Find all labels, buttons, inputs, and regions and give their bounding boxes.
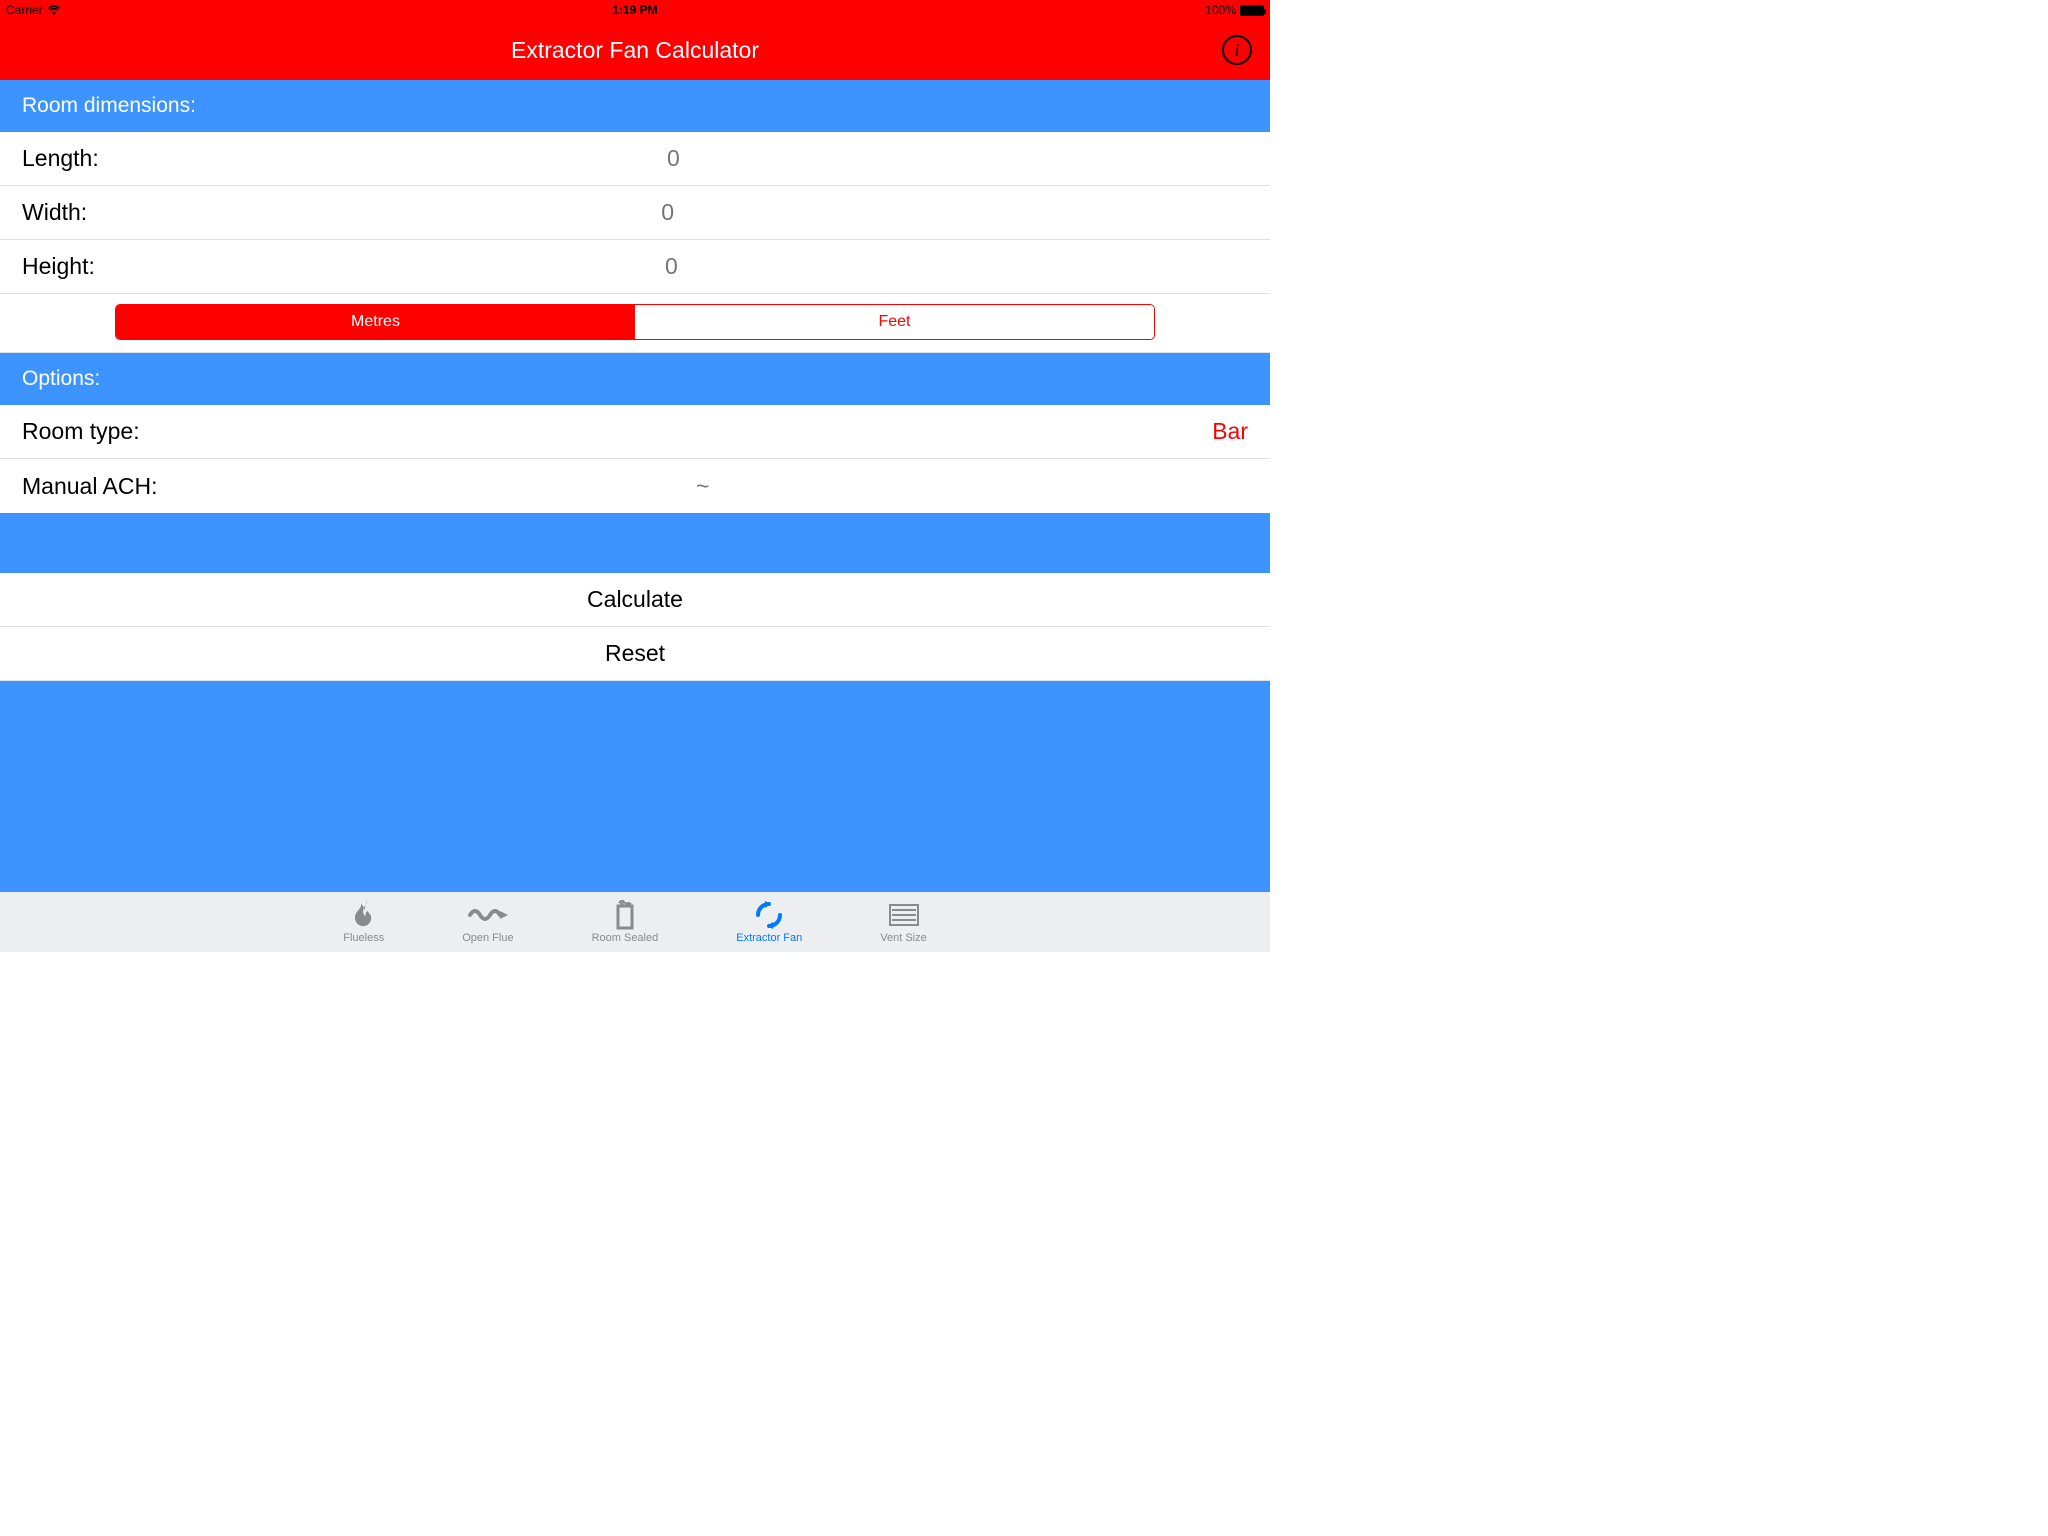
tab-room-sealed-label: Room Sealed <box>592 932 659 944</box>
height-label: Height: <box>22 253 95 280</box>
length-label: Length: <box>22 145 99 172</box>
calculate-button[interactable]: Calculate <box>0 573 1270 627</box>
flame-icon <box>351 900 377 930</box>
manual-ach-input[interactable] <box>158 473 1248 500</box>
tab-flueless[interactable]: Flueless <box>343 900 384 944</box>
width-label: Width: <box>22 199 87 226</box>
section-header-room-dimensions: Room dimensions: <box>0 80 1270 132</box>
room-type-label: Room type: <box>22 418 140 445</box>
tab-open-flue-label: Open Flue <box>462 932 513 944</box>
row-width: Width: <box>0 186 1270 240</box>
width-input[interactable] <box>87 199 1248 226</box>
refresh-icon <box>754 900 784 930</box>
status-right: 100% <box>1205 3 1264 17</box>
nav-bar: Extractor Fan Calculator i <box>0 20 1270 80</box>
wifi-icon <box>47 5 61 15</box>
info-button[interactable]: i <box>1222 35 1252 65</box>
room-sealed-icon <box>612 900 638 930</box>
carrier-label: Carrier <box>6 3 43 17</box>
row-room-type[interactable]: Room type: Bar <box>0 405 1270 459</box>
blue-fill <box>0 681 1270 892</box>
manual-ach-label: Manual ACH: <box>22 473 158 500</box>
room-type-value: Bar <box>1212 418 1248 445</box>
tab-room-sealed[interactable]: Room Sealed <box>592 900 659 944</box>
row-manual-ach: Manual ACH: <box>0 459 1270 513</box>
row-length: Length: <box>0 132 1270 186</box>
height-input[interactable] <box>95 253 1248 280</box>
length-input[interactable] <box>99 145 1248 172</box>
unit-segment-row: Metres Feet <box>0 294 1270 353</box>
unit-segmented-control: Metres Feet <box>115 304 1155 340</box>
wave-icon <box>468 900 508 930</box>
vent-icon <box>888 900 920 930</box>
status-left: Carrier <box>6 3 61 17</box>
tab-extractor-fan-label: Extractor Fan <box>736 932 802 944</box>
blue-spacer <box>0 513 1270 573</box>
row-height: Height: <box>0 240 1270 294</box>
status-bar: Carrier 1:19 PM 100% <box>0 0 1270 20</box>
page-title: Extractor Fan Calculator <box>511 37 759 64</box>
battery-percent: 100% <box>1205 3 1236 17</box>
reset-button[interactable]: Reset <box>0 627 1270 681</box>
tab-extractor-fan[interactable]: Extractor Fan <box>736 900 802 944</box>
segment-metres[interactable]: Metres <box>116 305 635 339</box>
tab-vent-size-label: Vent Size <box>880 932 926 944</box>
tab-vent-size[interactable]: Vent Size <box>880 900 926 944</box>
segment-feet[interactable]: Feet <box>635 305 1154 339</box>
tab-bar: Flueless Open Flue Room Sealed Extractor… <box>0 892 1270 952</box>
battery-icon <box>1240 5 1264 16</box>
status-time: 1:19 PM <box>612 3 657 17</box>
tab-flueless-label: Flueless <box>343 932 384 944</box>
tab-open-flue[interactable]: Open Flue <box>462 900 513 944</box>
section-header-options: Options: <box>0 353 1270 405</box>
